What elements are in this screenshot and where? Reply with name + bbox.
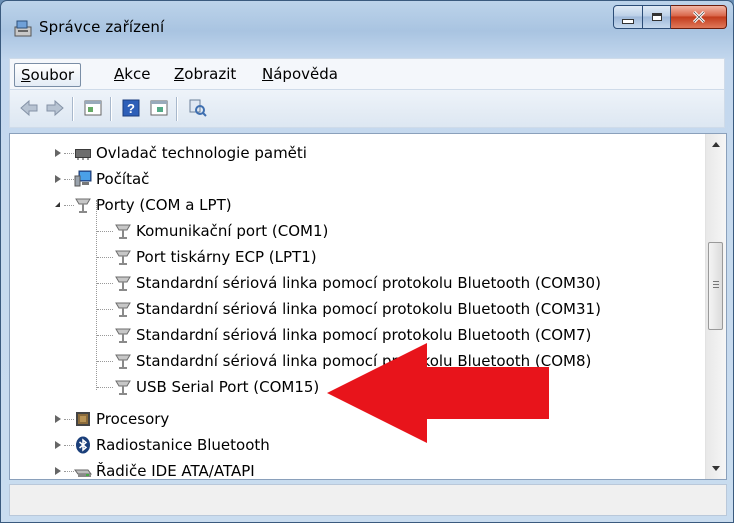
bluetooth-icon <box>76 436 90 454</box>
scan-hardware-icon[interactable] <box>186 97 208 119</box>
maximize-icon <box>651 13 662 21</box>
tree-connector <box>64 445 74 446</box>
scroll-down-arrow-icon[interactable] <box>712 466 720 471</box>
tree-item-label: Ovladač technologie paměti <box>96 144 307 162</box>
port-icon <box>115 328 131 343</box>
tree-item-label: Řadiče IDE ATA/ATAPI <box>96 462 255 479</box>
menu-soubor-accel: S <box>21 66 31 84</box>
port-icon <box>115 354 131 369</box>
toolbar-separator <box>110 97 112 121</box>
menu-zobrazit-label: obrazit <box>184 65 237 83</box>
window-controls <box>613 5 727 33</box>
update-driver-icon[interactable] <box>148 97 170 119</box>
processor-icon <box>76 412 90 426</box>
tree-connector <box>97 231 113 232</box>
menu-akce[interactable]: Akce <box>108 63 156 87</box>
close-button[interactable] <box>671 5 727 29</box>
ide-controller-icon <box>74 469 92 477</box>
tree-connector <box>64 153 74 154</box>
grip-line <box>713 281 719 282</box>
device-manager-app-icon <box>14 20 32 37</box>
toolbar-separator <box>72 97 74 121</box>
expand-arrow-icon[interactable] <box>55 415 61 423</box>
toolbar-separator <box>176 97 178 121</box>
maximize-button[interactable] <box>643 5 671 29</box>
tree-item-label: Porty (COM a LPT) <box>96 196 232 214</box>
red-annotation-arrow-icon <box>327 343 549 443</box>
minimize-button[interactable] <box>613 5 643 29</box>
expand-arrow-icon[interactable] <box>55 149 61 157</box>
tree-connector <box>64 419 74 420</box>
menu-soubor[interactable]: Soubor <box>14 63 82 87</box>
port-icon <box>115 302 131 317</box>
port-icon <box>115 276 131 291</box>
tree-connector <box>64 471 74 472</box>
menu-zobrazit[interactable]: Zobrazit <box>168 63 242 87</box>
window-title: Správce zařízení <box>39 18 165 36</box>
menu-napoveda-accel: N <box>262 65 274 83</box>
expand-arrow-icon[interactable] <box>55 441 61 449</box>
forward-arrow-icon[interactable] <box>44 97 66 119</box>
port-icon <box>115 380 131 395</box>
tree-item-label: USB Serial Port (COM15) <box>136 378 320 396</box>
menu-akce-label: kce <box>124 65 151 83</box>
minimize-icon <box>622 18 634 24</box>
properties-icon[interactable] <box>82 97 104 119</box>
collapse-arrow-icon[interactable] <box>55 202 60 207</box>
tree-item-label: Standardní sériová linka pomocí protokol… <box>136 300 601 318</box>
device-manager-window: Správce zařízení Soubor Akce Zobrazit Ná… <box>0 0 734 523</box>
expand-arrow-icon[interactable] <box>55 467 61 475</box>
tree-connector <box>97 361 113 362</box>
port-icon <box>115 250 131 265</box>
computer-icon <box>74 170 92 187</box>
menu-soubor-label: oubor <box>30 66 75 84</box>
tree-item-label: Radiostanice Bluetooth <box>96 436 270 454</box>
title-bar[interactable]: Správce zařízení <box>1 1 733 47</box>
scroll-up-arrow-icon[interactable] <box>712 142 720 147</box>
vertical-scrollbar[interactable] <box>705 134 726 479</box>
grip-line <box>713 287 719 288</box>
tree-connector <box>97 335 113 336</box>
port-icon <box>75 198 91 213</box>
menu-akce-accel: A <box>114 65 125 83</box>
svg-text:?: ? <box>127 101 135 116</box>
scrollbar-thumb[interactable] <box>708 242 723 330</box>
tree-item-label: Standardní sériová linka pomocí protokol… <box>136 274 601 292</box>
toolbar: ? <box>9 90 725 128</box>
status-bar <box>9 484 727 516</box>
tree-connector <box>97 283 113 284</box>
expand-arrow-icon[interactable] <box>55 175 61 183</box>
tree-connector <box>64 179 74 180</box>
help-icon[interactable]: ? <box>120 97 142 119</box>
tree-connector <box>97 257 113 258</box>
tree-connector <box>97 387 113 388</box>
grip-line <box>713 284 719 285</box>
back-arrow-icon[interactable] <box>18 97 40 119</box>
tree-connector <box>97 309 113 310</box>
port-icon <box>115 224 131 239</box>
menu-zobrazit-accel: Z <box>174 65 185 83</box>
menu-napoveda-label: ápověda <box>273 65 338 83</box>
tree-item-label: Počítač <box>96 170 150 188</box>
menu-napoveda[interactable]: Nápověda <box>256 63 344 87</box>
tree-item-label: Port tiskárny ECP (LPT1) <box>136 248 317 266</box>
close-icon <box>692 11 705 23</box>
tree-item-label: Procesory <box>96 410 170 428</box>
memory-controller-icon <box>75 149 91 160</box>
menu-bar: Soubor Akce Zobrazit Nápověda <box>9 58 725 90</box>
tree-item-label: Komunikační port (COM1) <box>136 222 329 240</box>
tree-connector <box>64 205 74 206</box>
